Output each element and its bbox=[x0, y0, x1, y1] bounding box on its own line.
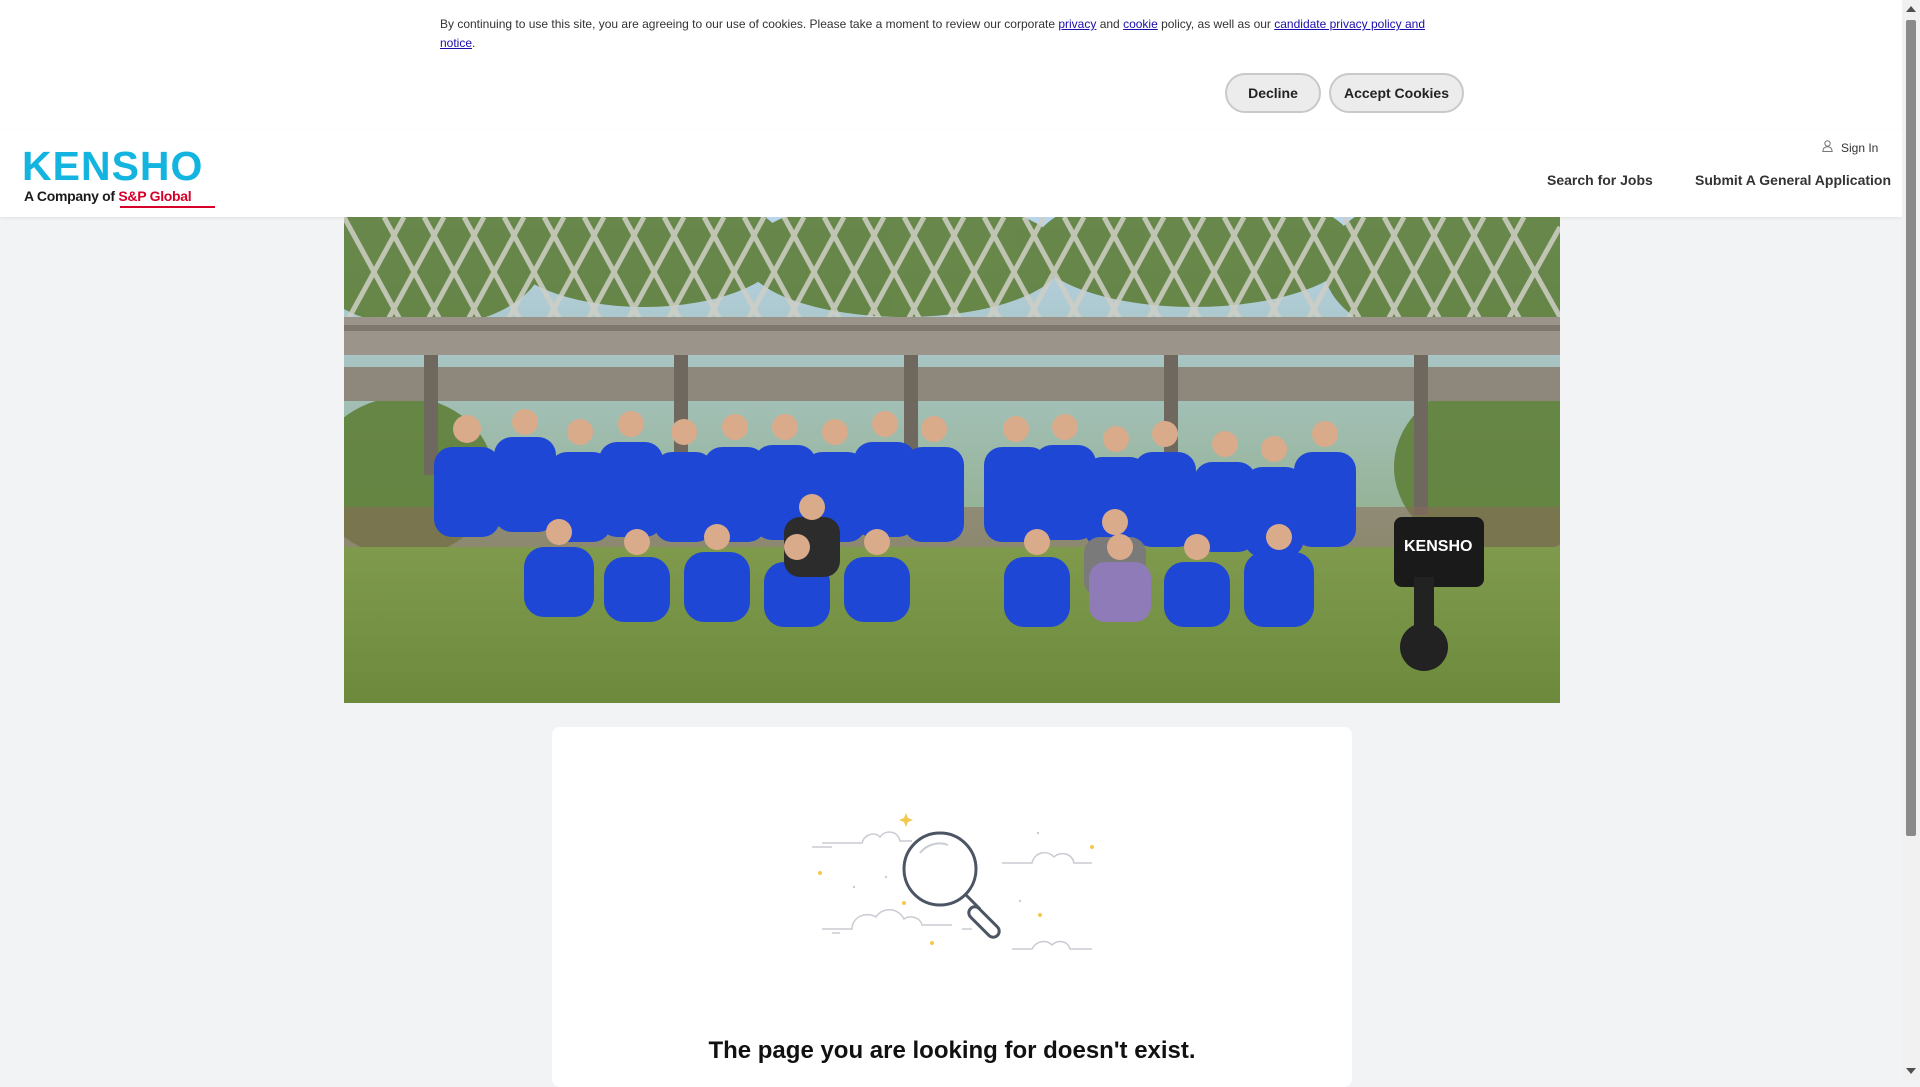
user-icon bbox=[1822, 140, 1833, 155]
decline-button[interactable]: Decline bbox=[1225, 73, 1321, 113]
not-found-message: The page you are looking for doesn't exi… bbox=[708, 1037, 1196, 1064]
team-photo-illustration: KENSHO bbox=[344, 217, 1560, 703]
cookie-text-before: By continuing to use this site, you are … bbox=[440, 17, 1059, 31]
nav-search-jobs[interactable]: Search for Jobs bbox=[1547, 172, 1653, 188]
cookie-banner: By continuing to use this site, you are … bbox=[0, 0, 1902, 130]
scrollbar-thumb[interactable] bbox=[1906, 20, 1916, 836]
not-found-card: The page you are looking for doesn't exi… bbox=[552, 727, 1352, 1087]
logo-tagline-prefix: A Company of bbox=[24, 188, 119, 204]
logo-underline bbox=[120, 206, 215, 208]
magnifying-glass-icon bbox=[792, 807, 1112, 967]
nav-general-application[interactable]: Submit A General Application bbox=[1695, 172, 1891, 188]
logo-tagline-brand: S&P Global bbox=[118, 188, 192, 204]
scroll-up-arrow-icon[interactable] bbox=[1906, 6, 1916, 12]
svg-text:KENSHO: KENSHO bbox=[1404, 538, 1472, 555]
sign-in-label: Sign In bbox=[1841, 140, 1879, 155]
cookie-message: By continuing to use this site, you are … bbox=[440, 15, 1440, 53]
page-scrollbar[interactable] bbox=[1902, 0, 1920, 1080]
cookie-text-and: and bbox=[1096, 17, 1124, 31]
sign-in-link[interactable]: Sign In bbox=[1822, 140, 1878, 155]
cookie-text-end: . bbox=[472, 36, 476, 50]
logo-wordmark: KENSHO bbox=[22, 143, 204, 189]
accept-cookies-button[interactable]: Accept Cookies bbox=[1329, 73, 1464, 113]
scroll-down-arrow-icon[interactable] bbox=[1906, 1068, 1916, 1074]
logo-tagline: A Company of S&P Global bbox=[24, 188, 192, 204]
privacy-link[interactable]: privacy bbox=[1058, 17, 1096, 31]
site-header: KENSHO A Company of S&P Global Sign In S… bbox=[0, 130, 1902, 217]
cookie-link[interactable]: cookie bbox=[1123, 17, 1158, 31]
kensho-logo[interactable]: KENSHO A Company of S&P Global bbox=[22, 143, 215, 208]
cookie-text-policy: policy, as well as our bbox=[1157, 17, 1275, 31]
hero-team-photo: KENSHO bbox=[344, 217, 1560, 703]
